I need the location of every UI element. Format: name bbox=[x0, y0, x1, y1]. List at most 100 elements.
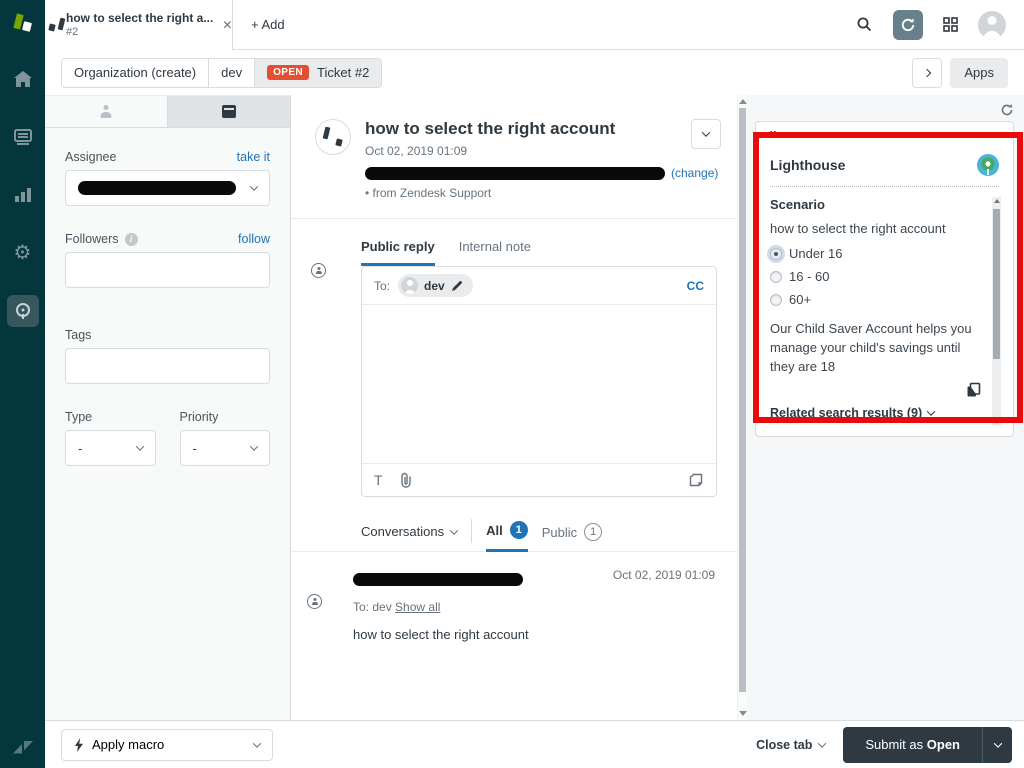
nav-home[interactable] bbox=[7, 63, 39, 95]
tab-public-reply[interactable]: Public reply bbox=[361, 239, 435, 266]
radio-16-60[interactable]: 16 - 60 bbox=[770, 269, 981, 284]
chevron-down-icon bbox=[135, 442, 143, 450]
priority-label: Priority bbox=[180, 410, 219, 424]
text-format-icon[interactable]: T bbox=[374, 472, 383, 488]
scroll-up-icon[interactable] bbox=[739, 99, 747, 104]
followers-label: Followers i bbox=[65, 232, 138, 246]
submit-options-button[interactable] bbox=[982, 727, 1012, 763]
breadcrumb-bar: Organization (create) dev OPEN Ticket #2… bbox=[45, 50, 1024, 95]
grid-apps-icon[interactable] bbox=[943, 17, 958, 32]
all-count-badge: 1 bbox=[510, 521, 528, 539]
app-scrollbar[interactable] bbox=[992, 197, 1001, 426]
redacted-assignee-value bbox=[78, 181, 236, 195]
recipient-pill[interactable]: dev bbox=[398, 274, 473, 297]
ticket-header: how to select the right account Oct 02, … bbox=[291, 95, 737, 219]
priority-select[interactable]: - bbox=[180, 430, 271, 466]
chevron-down-icon bbox=[253, 739, 261, 747]
divider bbox=[471, 519, 472, 543]
nav-settings[interactable]: ⚙ bbox=[7, 237, 39, 269]
apply-macro-select[interactable]: Apply macro bbox=[61, 729, 273, 761]
apps-toolbar-icon[interactable] bbox=[688, 472, 704, 488]
ticket-actions-button[interactable] bbox=[691, 119, 721, 149]
reply-textarea[interactable] bbox=[362, 305, 716, 463]
home-icon bbox=[14, 71, 32, 87]
close-tab-dropdown[interactable]: Close tab bbox=[756, 738, 825, 752]
sidebar-tab-requester[interactable] bbox=[45, 96, 168, 127]
chevron-right-icon bbox=[923, 68, 931, 76]
tab-internal-note[interactable]: Internal note bbox=[459, 239, 531, 266]
pencil-icon bbox=[451, 280, 463, 292]
type-select[interactable]: - bbox=[65, 430, 156, 466]
reply-section: Public reply Internal note To: dev bbox=[291, 219, 737, 497]
open-ticket-tab[interactable]: how to select the right a... #2 ✕ bbox=[45, 0, 233, 49]
radio-60-plus[interactable]: 60+ bbox=[770, 292, 981, 307]
zendesk-product-logo bbox=[0, 0, 45, 45]
main-scrollbar[interactable] bbox=[737, 95, 747, 720]
requester-badge-icon bbox=[307, 594, 322, 609]
conversations-dropdown[interactable]: Conversations bbox=[361, 524, 457, 551]
topbar: how to select the right a... #2 ✕ + Add bbox=[45, 0, 1024, 50]
submit-as-open-button[interactable]: Submit as Open bbox=[843, 727, 982, 763]
change-link[interactable]: (change) bbox=[671, 166, 718, 180]
recipient-name: dev bbox=[424, 279, 445, 293]
app-title: Lighthouse bbox=[770, 157, 845, 173]
refresh-button[interactable] bbox=[893, 10, 923, 40]
agent-badge-icon bbox=[311, 263, 326, 278]
breadcrumb-requester[interactable]: dev bbox=[208, 59, 254, 87]
nav-apps-selected[interactable] bbox=[7, 295, 39, 327]
ticket-brand-avatar bbox=[315, 119, 351, 155]
user-avatar[interactable] bbox=[978, 11, 1006, 39]
breadcrumb-organization[interactable]: Organization (create) bbox=[62, 59, 208, 87]
ticket-main: how to select the right account Oct 02, … bbox=[291, 95, 737, 720]
scrollbar-thumb[interactable] bbox=[993, 209, 1000, 359]
tab-ticket-number: #2 bbox=[66, 26, 213, 38]
tab-all-conversations[interactable]: All 1 bbox=[486, 521, 528, 552]
collapse-app-icon[interactable]: x bbox=[770, 128, 782, 140]
breadcrumb-ticket[interactable]: OPEN Ticket #2 bbox=[254, 59, 381, 87]
collapse-panel-button[interactable] bbox=[912, 58, 942, 88]
copy-icon[interactable] bbox=[966, 382, 981, 398]
scrollbar-thumb[interactable] bbox=[739, 108, 746, 692]
scroll-down-icon[interactable] bbox=[994, 420, 1000, 424]
show-all-link[interactable]: Show all bbox=[395, 600, 440, 614]
radio-selected-icon bbox=[770, 248, 782, 260]
zendesk-logo-icon bbox=[12, 12, 34, 34]
zendesk-z-icon bbox=[13, 741, 33, 754]
scroll-up-icon[interactable] bbox=[994, 199, 1000, 203]
assignee-select[interactable] bbox=[65, 170, 270, 206]
cc-link[interactable]: CC bbox=[687, 279, 704, 293]
views-icon bbox=[14, 129, 32, 145]
bar-chart-icon bbox=[15, 188, 31, 202]
chevron-down-icon bbox=[818, 739, 826, 747]
radio-icon bbox=[770, 271, 782, 283]
add-tab-button[interactable]: + Add bbox=[251, 17, 285, 32]
scroll-down-icon[interactable] bbox=[739, 711, 747, 716]
chevron-down-icon bbox=[450, 526, 458, 534]
nav-reports[interactable] bbox=[7, 179, 39, 211]
chevron-down-icon bbox=[993, 739, 1001, 747]
tab-public-conversations[interactable]: Public 1 bbox=[542, 523, 602, 551]
related-results-link[interactable]: Related search results (9) bbox=[770, 406, 981, 420]
reload-apps-icon[interactable] bbox=[1000, 103, 1014, 117]
nav-rail: ⚙ bbox=[0, 0, 45, 768]
zendesk-z-logo bbox=[13, 741, 33, 754]
apps-toggle-button[interactable]: Apps bbox=[950, 58, 1008, 88]
submit-status: Open bbox=[927, 737, 960, 752]
lighthouse-logo-icon bbox=[977, 154, 999, 176]
to-label: To: bbox=[374, 279, 390, 293]
radio-under-16[interactable]: Under 16 bbox=[770, 246, 981, 261]
follow-link[interactable]: follow bbox=[238, 232, 270, 246]
apps-nav-icon bbox=[14, 302, 32, 320]
take-it-link[interactable]: take it bbox=[237, 150, 270, 164]
redacted-requester-email bbox=[365, 167, 665, 180]
sidebar-tab-ticket-fields[interactable] bbox=[168, 96, 290, 127]
attachment-icon[interactable] bbox=[399, 472, 413, 488]
followers-input[interactable] bbox=[65, 252, 270, 288]
tags-input[interactable] bbox=[65, 348, 270, 384]
ticket-sidebar: Assignee take it Followers i follow bbox=[45, 95, 291, 720]
refresh-icon bbox=[900, 17, 916, 33]
ticket-label: Ticket #2 bbox=[317, 65, 369, 80]
nav-views[interactable] bbox=[7, 121, 39, 153]
tab-close-icon[interactable]: ✕ bbox=[222, 18, 232, 32]
search-icon[interactable] bbox=[856, 16, 873, 33]
